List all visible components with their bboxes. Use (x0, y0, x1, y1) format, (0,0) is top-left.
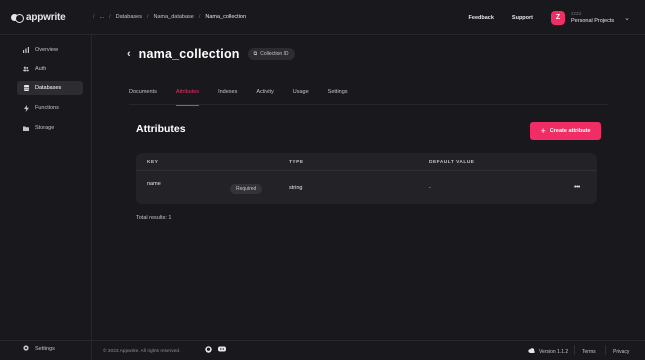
tab-activity[interactable]: Activity (256, 89, 273, 105)
sidebar-item-overview[interactable]: Overview (17, 43, 83, 57)
table-header: KEY TYPE DEFAULT VALUE (136, 153, 597, 171)
tab-indexes[interactable]: Indexes (218, 89, 237, 105)
breadcrumb-database[interactable]: Nama_database (153, 14, 193, 20)
version-info: Version 1.1.2 (528, 348, 568, 355)
tab-usage[interactable]: Usage (293, 89, 309, 105)
column-header-type: TYPE (289, 160, 304, 165)
more-options-icon[interactable]: ••• (574, 184, 580, 191)
users-icon (23, 66, 29, 72)
database-icon (23, 85, 29, 91)
support-button[interactable]: Support (512, 15, 533, 21)
breadcrumb-separator: / (109, 14, 111, 20)
sidebar-item-label: Databases (35, 85, 62, 91)
github-icon[interactable] (205, 346, 212, 355)
sidebar-item-storage[interactable]: Storage (17, 121, 83, 135)
sidebar-item-functions[interactable]: Functions (17, 101, 83, 115)
create-attribute-button[interactable]: + Create attribute (530, 122, 601, 140)
attribute-default: - (429, 185, 431, 191)
discord-icon[interactable] (218, 346, 226, 354)
tab-settings[interactable]: Settings (328, 89, 348, 105)
chart-icon (23, 47, 29, 53)
total-results: Total results: 1 (136, 215, 172, 221)
privacy-link[interactable]: Privacy (613, 349, 629, 355)
breadcrumb-collection[interactable]: Nama_collection (205, 14, 246, 20)
feedback-button[interactable]: Feedback (469, 15, 494, 21)
breadcrumb: / ... / Databases / Nama_database / Nama… (93, 14, 246, 20)
table-row[interactable]: name Required string - ••• (136, 171, 597, 204)
avatar: Z (551, 10, 566, 25)
main-content: ‹ nama_collection ⧉ Collection ID Docume… (92, 35, 645, 360)
attributes-table: KEY TYPE DEFAULT VALUE name Required str… (136, 153, 597, 204)
breadcrumb-separator: / (93, 14, 95, 20)
sidebar-item-label: Functions (35, 105, 59, 111)
sidebar-item-settings[interactable]: Settings (23, 345, 55, 353)
copy-icon: ⧉ (253, 51, 258, 57)
account-menu[interactable]: Z zzzu Personal Projects ⌄ (551, 10, 630, 25)
plus-icon: + (540, 125, 546, 136)
chevron-down-icon: ⌄ (624, 14, 630, 22)
copyright: © 2023 Appwrite. All rights reserved. (103, 349, 181, 354)
tab-documents[interactable]: Documents (129, 89, 157, 105)
logo-icon (11, 13, 24, 23)
lightning-icon (23, 104, 29, 112)
attribute-type: string (289, 185, 303, 191)
sidebar: Overview Auth Databases Functions Storag… (0, 35, 92, 360)
sidebar-item-label: Overview (35, 47, 58, 53)
column-header-key: KEY (147, 160, 159, 165)
attribute-key: name (147, 181, 161, 187)
tabs: Documents Attributes Indexes Activity Us… (129, 89, 608, 106)
page-title: nama_collection (138, 47, 240, 61)
logo-text: appwrite (26, 11, 66, 23)
column-header-default: DEFAULT VALUE (429, 160, 475, 165)
collection-id-pill[interactable]: ⧉ Collection ID (247, 48, 295, 60)
back-arrow-icon[interactable]: ‹ (127, 48, 131, 60)
account-user: zzzu (571, 10, 582, 17)
sidebar-item-label: Auth (35, 66, 47, 72)
section-title: Attributes (136, 123, 186, 135)
appwrite-logo[interactable]: appwrite (0, 12, 93, 23)
version-label: Version 1.1.2 (539, 348, 569, 355)
footer-divider (574, 345, 575, 355)
account-org: Personal Projects (571, 17, 615, 24)
breadcrumb-separator: / (146, 14, 149, 20)
footer-divider (605, 345, 606, 355)
breadcrumb-ellipsis[interactable]: ... (100, 14, 105, 20)
breadcrumb-separator: / (198, 14, 201, 20)
cloud-icon (528, 348, 535, 355)
top-bar: appwrite / ... / Databases / Nama_databa… (0, 0, 645, 35)
create-attribute-label: Create attribute (549, 128, 591, 134)
sidebar-item-label: Settings (35, 346, 55, 352)
sidebar-item-label: Storage (35, 125, 55, 131)
breadcrumb-databases[interactable]: Databases (116, 14, 142, 20)
sidebar-item-auth[interactable]: Auth (17, 62, 83, 76)
sidebar-item-databases[interactable]: Databases (17, 81, 83, 95)
required-badge: Required (230, 184, 263, 194)
terms-link[interactable]: Terms (582, 349, 596, 355)
folder-icon (23, 126, 29, 131)
tab-attributes[interactable]: Attributes (175, 89, 200, 106)
collection-id-label: Collection ID (260, 51, 289, 57)
gear-icon (23, 345, 29, 353)
